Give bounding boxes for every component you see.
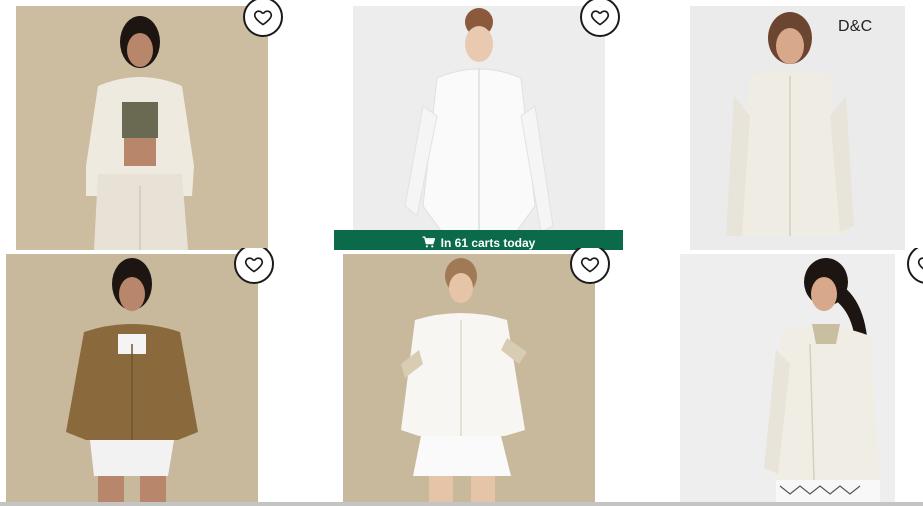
product-card-6[interactable] <box>645 248 923 502</box>
brand-badge: D&C <box>838 18 873 35</box>
scrollbar-thumb[interactable] <box>0 502 923 506</box>
favorite-button[interactable] <box>580 0 620 37</box>
favorite-button[interactable] <box>907 248 923 284</box>
favorite-button[interactable] <box>570 248 610 284</box>
product-image[interactable] <box>6 254 258 502</box>
product-image[interactable] <box>343 254 595 502</box>
product-card-1[interactable] <box>0 0 300 250</box>
product-card-5[interactable] <box>308 248 630 502</box>
horizontal-scrollbar[interactable] <box>0 502 923 506</box>
product-image[interactable] <box>16 6 268 250</box>
heart-outline-icon <box>580 254 600 274</box>
favorite-button[interactable] <box>234 248 274 284</box>
product-card-3[interactable]: D&C <box>655 0 923 250</box>
carts-banner: In 61 carts today <box>334 230 623 250</box>
heart-outline-icon <box>917 254 923 274</box>
product-card-4[interactable] <box>0 248 292 502</box>
heart-outline-icon <box>244 254 264 274</box>
product-card-2[interactable]: In 61 carts today <box>318 0 638 250</box>
shopping-cart-icon <box>422 236 435 248</box>
product-image[interactable] <box>353 6 605 250</box>
heart-outline-icon <box>253 7 273 27</box>
product-image[interactable] <box>680 254 895 502</box>
product-image[interactable] <box>690 6 905 250</box>
product-grid: In 61 carts today D&C <box>0 0 923 506</box>
heart-outline-icon <box>590 7 610 27</box>
favorite-button[interactable] <box>243 0 283 37</box>
